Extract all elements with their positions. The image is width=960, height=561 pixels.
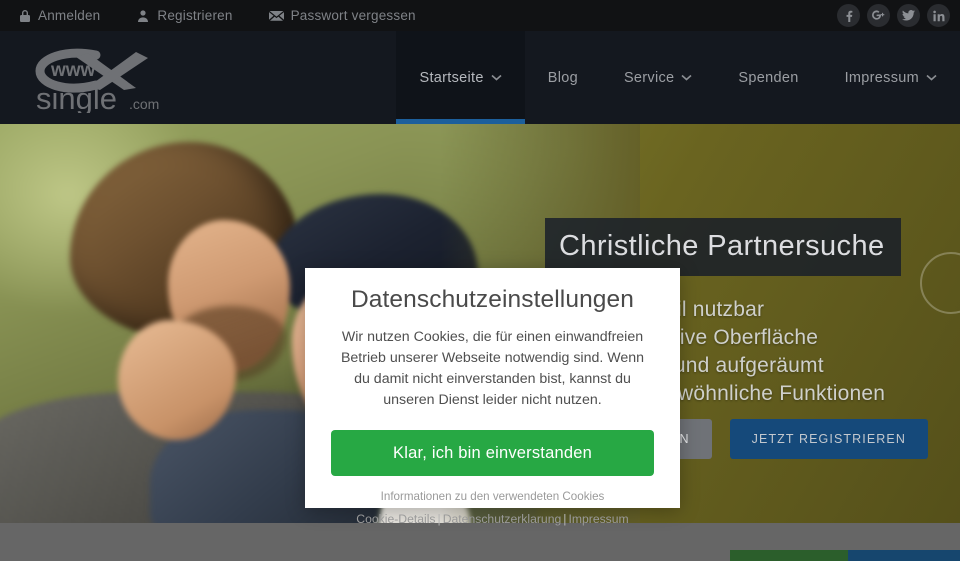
nav-item-spenden-label: Spenden: [738, 69, 799, 86]
register-link-label: Registrieren: [157, 8, 233, 23]
link-separator: |: [437, 512, 441, 526]
login-link[interactable]: Anmelden: [19, 8, 100, 23]
imprint-link[interactable]: Impressum: [568, 512, 628, 526]
forgot-password-link-label: Passwort vergessen: [290, 8, 416, 23]
partial-blue-button[interactable]: [848, 550, 960, 561]
login-link-label: Anmelden: [38, 8, 101, 23]
cookie-details-link[interactable]: Cookie-Details: [356, 512, 435, 526]
top-utility-links: Anmelden Registrieren Passwort vergessen: [0, 8, 452, 23]
twitter-icon[interactable]: [897, 4, 920, 27]
cookie-accept-button[interactable]: Klar, ich bin einverstanden: [331, 430, 654, 476]
nav-item-startseite[interactable]: Startseite: [396, 31, 525, 124]
envelope-icon: [268, 10, 284, 22]
register-now-button[interactable]: JETZT REGISTRIEREN: [729, 419, 928, 459]
nav-item-spenden[interactable]: Spenden: [715, 31, 821, 124]
nav-item-service-label: Service: [623, 69, 675, 86]
facebook-icon[interactable]: [837, 4, 860, 27]
privacy-policy-link[interactable]: Datenschutzerklarung: [443, 512, 562, 526]
cookie-footer-links: Cookie-Details | Datenschutzerklarung | Impr…: [331, 512, 654, 526]
logo-tld: .com: [129, 96, 159, 112]
social-links: [837, 0, 950, 31]
cookie-dialog-body: Wir nutzen Cookies, die für einen einwan…: [340, 329, 645, 408]
partial-cta-group: [730, 550, 960, 561]
cookie-dialog-title: Datenschutzeinstellungen: [351, 286, 634, 313]
page-root: Anmelden Registrieren Passwort vergessen: [0, 0, 960, 561]
nav-item-blog[interactable]: Blog: [525, 31, 601, 124]
chevron-down-icon: [491, 74, 502, 81]
user-add-icon: [136, 9, 150, 23]
site-header: www single .com Startseite Blog Service: [0, 31, 960, 124]
lock-icon: [19, 9, 31, 23]
nav-item-impressum[interactable]: Impressum: [822, 31, 960, 124]
cookie-info-link[interactable]: Informationen zu den verwendeten Cookies: [331, 490, 654, 503]
cookie-consent-dialog: Datenschutzeinstellungen Wir nutzen Cook…: [305, 268, 680, 526]
forgot-password-link[interactable]: Passwort vergessen: [268, 8, 416, 23]
chevron-down-icon: [926, 74, 937, 81]
nav-item-service[interactable]: Service: [601, 31, 715, 124]
site-logo[interactable]: www single .com: [18, 43, 208, 113]
google-plus-icon[interactable]: [867, 4, 890, 27]
logo-www-text: www: [50, 60, 96, 81]
linkedin-icon[interactable]: [927, 4, 950, 27]
partial-green-button[interactable]: [730, 550, 848, 561]
logo-wordmark: single: [36, 81, 117, 113]
top-utility-bar: Anmelden Registrieren Passwort vergessen: [0, 0, 960, 31]
main-navigation: Startseite Blog Service Spenden Impressu…: [396, 31, 960, 124]
below-hero-overlay-strip: [0, 523, 960, 561]
nav-item-startseite-label: Startseite: [419, 69, 484, 86]
register-link[interactable]: Registrieren: [136, 8, 232, 23]
nav-item-impressum-label: Impressum: [844, 69, 919, 86]
nav-item-blog-label: Blog: [547, 69, 578, 86]
chevron-down-icon: [681, 74, 692, 81]
